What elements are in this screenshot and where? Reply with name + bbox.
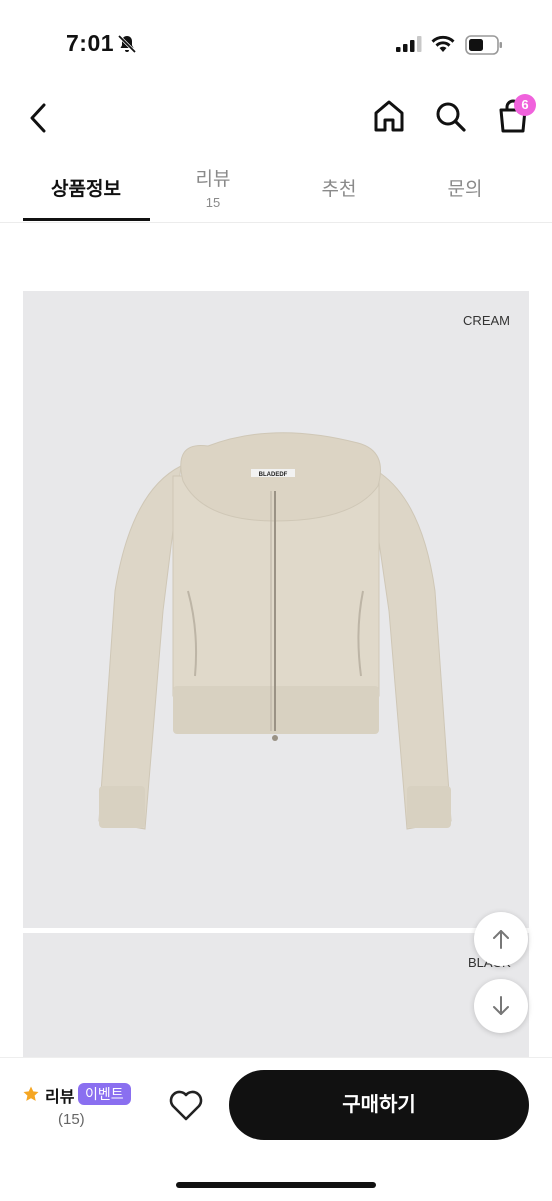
arrow-down-icon [493,996,509,1015]
battery-icon [465,35,502,55]
buy-button[interactable]: 구매하기 [229,1070,529,1140]
home-indicator [176,1182,376,1188]
status-bar: 7:01 [0,0,552,90]
tab-label: 상품정보 [51,179,121,200]
tab-label: 문의 [447,179,483,200]
cellular-signal-icon [396,36,422,52]
cart-count-badge: 6 [514,94,536,116]
heart-icon[interactable] [168,1088,204,1122]
scroll-top-button[interactable] [474,912,528,966]
star-icon [23,1086,39,1101]
product-image-black: BLACK [23,933,529,1057]
tab-review-count: 15 [205,195,221,210]
back-arrow-icon[interactable] [22,98,58,138]
bell-muted-icon [117,34,137,54]
scroll-bottom-button[interactable] [474,979,528,1033]
home-icon[interactable] [370,96,408,136]
tab-product-info[interactable]: 상품정보 [23,158,149,222]
status-time: 7:01 [66,30,115,56]
product-tabs: 상품정보 리뷰 15 추천 문의 [0,158,552,223]
tab-inquiry[interactable]: 문의 [402,158,528,222]
tab-recommend[interactable]: 추천 [276,158,402,222]
active-tab-indicator [23,218,150,221]
brand-label-text: BLADEDF [259,472,288,478]
hoodie-illustration: BLADEDF [98,432,452,830]
search-icon[interactable] [432,96,470,136]
top-nav [0,90,552,150]
review-label[interactable]: 리뷰 [45,1083,74,1107]
wifi-icon [431,35,455,52]
tab-label: 추천 [321,179,357,200]
tab-label: 리뷰 [195,169,231,190]
arrow-up-icon [493,930,509,949]
tab-reviews[interactable]: 리뷰 15 [150,164,276,228]
product-image-cream: CREAM BLADEDF [23,291,529,928]
review-event-badge[interactable]: 이벤트 [78,1083,131,1105]
review-count[interactable]: (15) [58,1111,85,1128]
